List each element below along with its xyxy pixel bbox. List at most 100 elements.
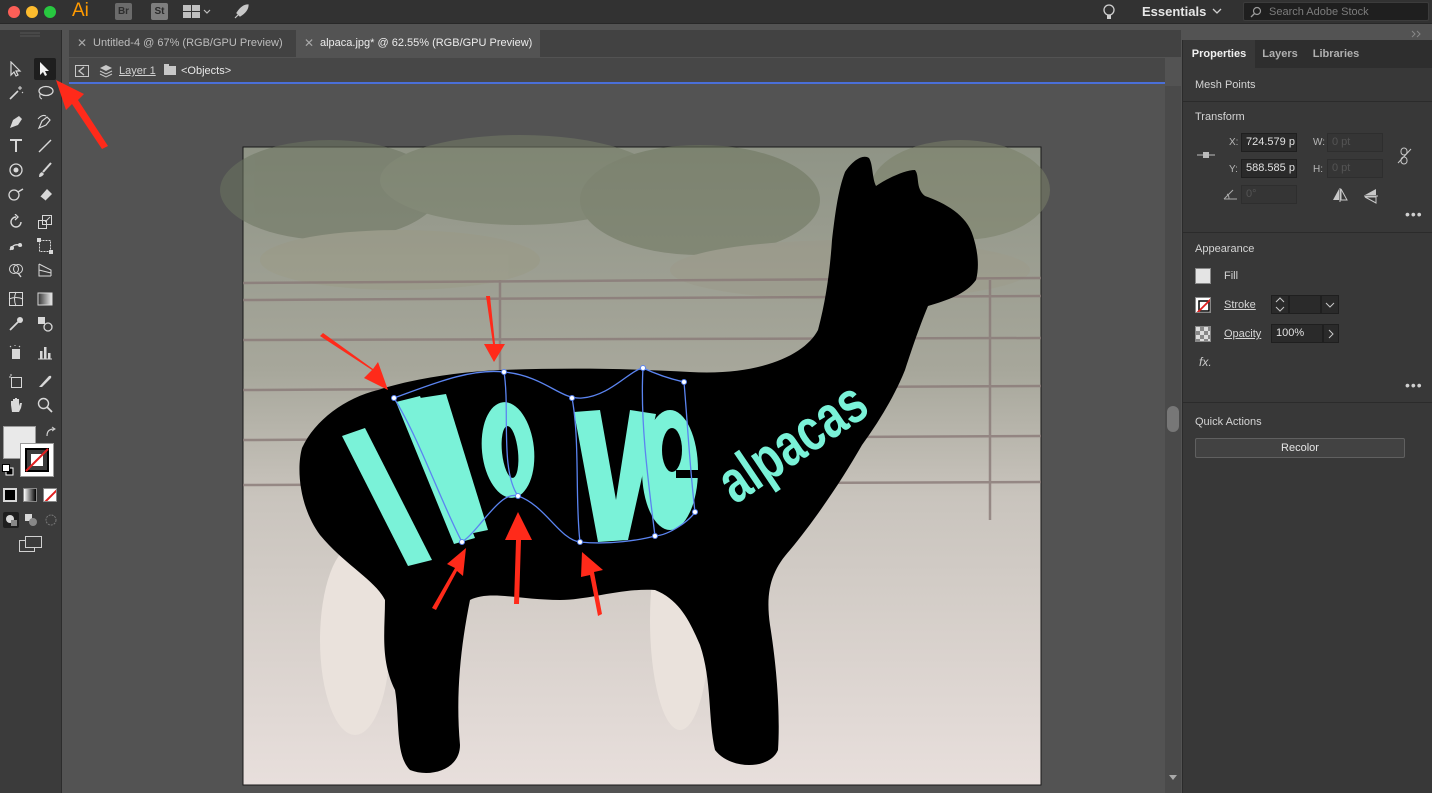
puppet-warp-tool[interactable]	[5, 235, 27, 257]
flip-horizontal-icon[interactable]	[1332, 188, 1348, 202]
perspective-grid-tool[interactable]	[34, 259, 56, 281]
rotate-angle-icon	[1223, 189, 1237, 200]
rotate-tool[interactable]	[5, 211, 27, 233]
slice-tool[interactable]	[34, 370, 56, 392]
draw-normal-button[interactable]	[3, 512, 19, 528]
opacity-dropdown[interactable]	[1323, 324, 1339, 343]
tab-libraries[interactable]: Libraries	[1307, 40, 1365, 68]
scale-tool[interactable]	[34, 211, 56, 233]
y-position-field[interactable]: 588.585 p	[1241, 159, 1297, 178]
minimize-window-button[interactable]	[26, 6, 38, 18]
opacity-label[interactable]: Opacity	[1224, 328, 1261, 340]
blend-tool[interactable]	[34, 313, 56, 335]
tab-layers[interactable]: Layers	[1255, 40, 1305, 68]
draw-inside-button[interactable]	[43, 512, 59, 528]
stroke-color-swatch[interactable]	[1195, 297, 1211, 313]
symbol-sprayer-tool[interactable]	[5, 341, 27, 363]
breadcrumb-layer[interactable]: Layer 1	[119, 65, 156, 77]
draw-normal-icon	[6, 515, 17, 526]
lasso-tool[interactable]	[34, 82, 56, 104]
close-window-button[interactable]	[8, 6, 20, 18]
workspace-switcher[interactable]: Essentials	[1142, 4, 1206, 19]
fx-effects-button[interactable]: fx.	[1199, 355, 1212, 369]
close-tab-icon[interactable]: ✕	[77, 30, 87, 57]
fill-color-swatch[interactable]	[1195, 268, 1211, 284]
y-label: Y:	[1229, 164, 1238, 175]
back-arrow-icon[interactable]	[75, 65, 89, 77]
mesh-tool[interactable]	[5, 288, 27, 310]
default-fill-stroke-icon[interactable]	[2, 464, 14, 476]
hand-tool[interactable]	[5, 394, 27, 416]
canvas-area[interactable]: alpacas	[69, 86, 1165, 793]
chevron-down-icon[interactable]	[1212, 8, 1222, 16]
line-segment-tool[interactable]	[34, 135, 56, 157]
stroke-weight-dropdown[interactable]	[1321, 295, 1339, 314]
search-adobe-stock-input[interactable]: Search Adobe Stock	[1243, 2, 1429, 21]
selection-type: Mesh Points	[1195, 79, 1256, 91]
paintbrush-icon	[39, 162, 52, 177]
toolbar-grip-icon[interactable]	[20, 32, 40, 38]
appearance-more-options[interactable]: •••	[1405, 377, 1423, 393]
constrain-proportions-icon[interactable]	[1397, 146, 1413, 166]
selection-tool[interactable]	[5, 58, 27, 80]
shaper-tool[interactable]	[5, 159, 27, 181]
arrange-documents-icon[interactable]	[183, 5, 211, 19]
stroke-weight-field[interactable]	[1289, 295, 1321, 314]
zoom-window-button[interactable]	[44, 6, 56, 18]
eyedropper-tool[interactable]	[5, 313, 27, 335]
draw-behind-button[interactable]	[23, 512, 39, 528]
artboard-tool[interactable]	[5, 370, 27, 392]
recolor-button[interactable]: Recolor	[1195, 438, 1405, 458]
type-tool[interactable]	[5, 135, 27, 157]
color-mode-button[interactable]	[3, 488, 17, 502]
layers-icon	[99, 65, 113, 78]
shape-builder-tool[interactable]	[5, 259, 27, 281]
swap-fill-stroke-icon[interactable]	[44, 426, 58, 438]
stroke-label[interactable]: Stroke	[1224, 299, 1256, 311]
scrollbar-thumb[interactable]	[1167, 406, 1179, 432]
stock-icon[interactable]: St	[151, 3, 168, 20]
eraser-tool[interactable]	[34, 183, 56, 205]
tab-alpaca[interactable]: ✕ alpaca.jpg* @ 62.55% (RGB/GPU Preview)	[296, 30, 540, 57]
reference-point-icon[interactable]	[1197, 148, 1215, 162]
blob-brush-tool[interactable]	[5, 183, 27, 205]
gradient-mode-button[interactable]	[23, 488, 37, 502]
gpu-performance-rocket-icon[interactable]	[232, 3, 250, 21]
scroll-down-icon[interactable]	[1168, 774, 1178, 782]
magic-wand-tool[interactable]	[5, 82, 27, 104]
flip-vertical-icon[interactable]	[1364, 188, 1378, 204]
tab-untitled-4[interactable]: ✕ Untitled-4 @ 67% (RGB/GPU Preview)	[69, 30, 295, 57]
stroke-weight-stepper[interactable]	[1271, 295, 1289, 314]
width-field[interactable]: 0 pt	[1327, 133, 1383, 152]
rotation-field[interactable]: 0°	[1241, 185, 1297, 204]
artboard-artwork[interactable]: alpacas	[69, 86, 1165, 793]
bridge-icon[interactable]: Br	[115, 3, 132, 20]
opacity-icon[interactable]	[1195, 326, 1211, 342]
stepper-arrows-icon	[1275, 297, 1285, 312]
lightbulb-icon[interactable]	[1102, 3, 1116, 21]
stroke-swatch[interactable]	[20, 443, 54, 477]
transform-more-options[interactable]: •••	[1405, 206, 1423, 222]
app-bar: Ai Br St Essentials Search Adobe Stock	[0, 0, 1432, 24]
opacity-field[interactable]: 100%	[1271, 324, 1323, 343]
gradient-tool[interactable]	[34, 288, 56, 310]
vertical-scrollbar[interactable]	[1165, 86, 1181, 793]
x-position-field[interactable]: 724.579 p	[1241, 133, 1297, 152]
collapse-panel-icon[interactable]	[1411, 30, 1423, 38]
curvature-tool[interactable]	[34, 111, 56, 133]
screen-mode-icon[interactable]	[19, 536, 43, 554]
draw-behind-icon	[25, 514, 37, 526]
pen-tool[interactable]	[5, 111, 27, 133]
close-tab-icon[interactable]: ✕	[304, 30, 314, 57]
paintbrush-tool[interactable]	[34, 159, 56, 181]
column-graph-tool[interactable]	[34, 341, 56, 363]
breadcrumb-objects[interactable]: <Objects>	[181, 65, 231, 77]
puppet-warp-icon	[9, 243, 23, 251]
tab-properties[interactable]: Properties	[1183, 40, 1255, 68]
zoom-tool[interactable]	[34, 394, 56, 416]
none-mode-button[interactable]	[43, 488, 57, 502]
free-transform-tool[interactable]	[34, 235, 56, 257]
height-field[interactable]: 0 pt	[1327, 159, 1383, 178]
direct-selection-tool[interactable]	[34, 58, 56, 80]
curvature-pen-icon	[37, 114, 51, 130]
